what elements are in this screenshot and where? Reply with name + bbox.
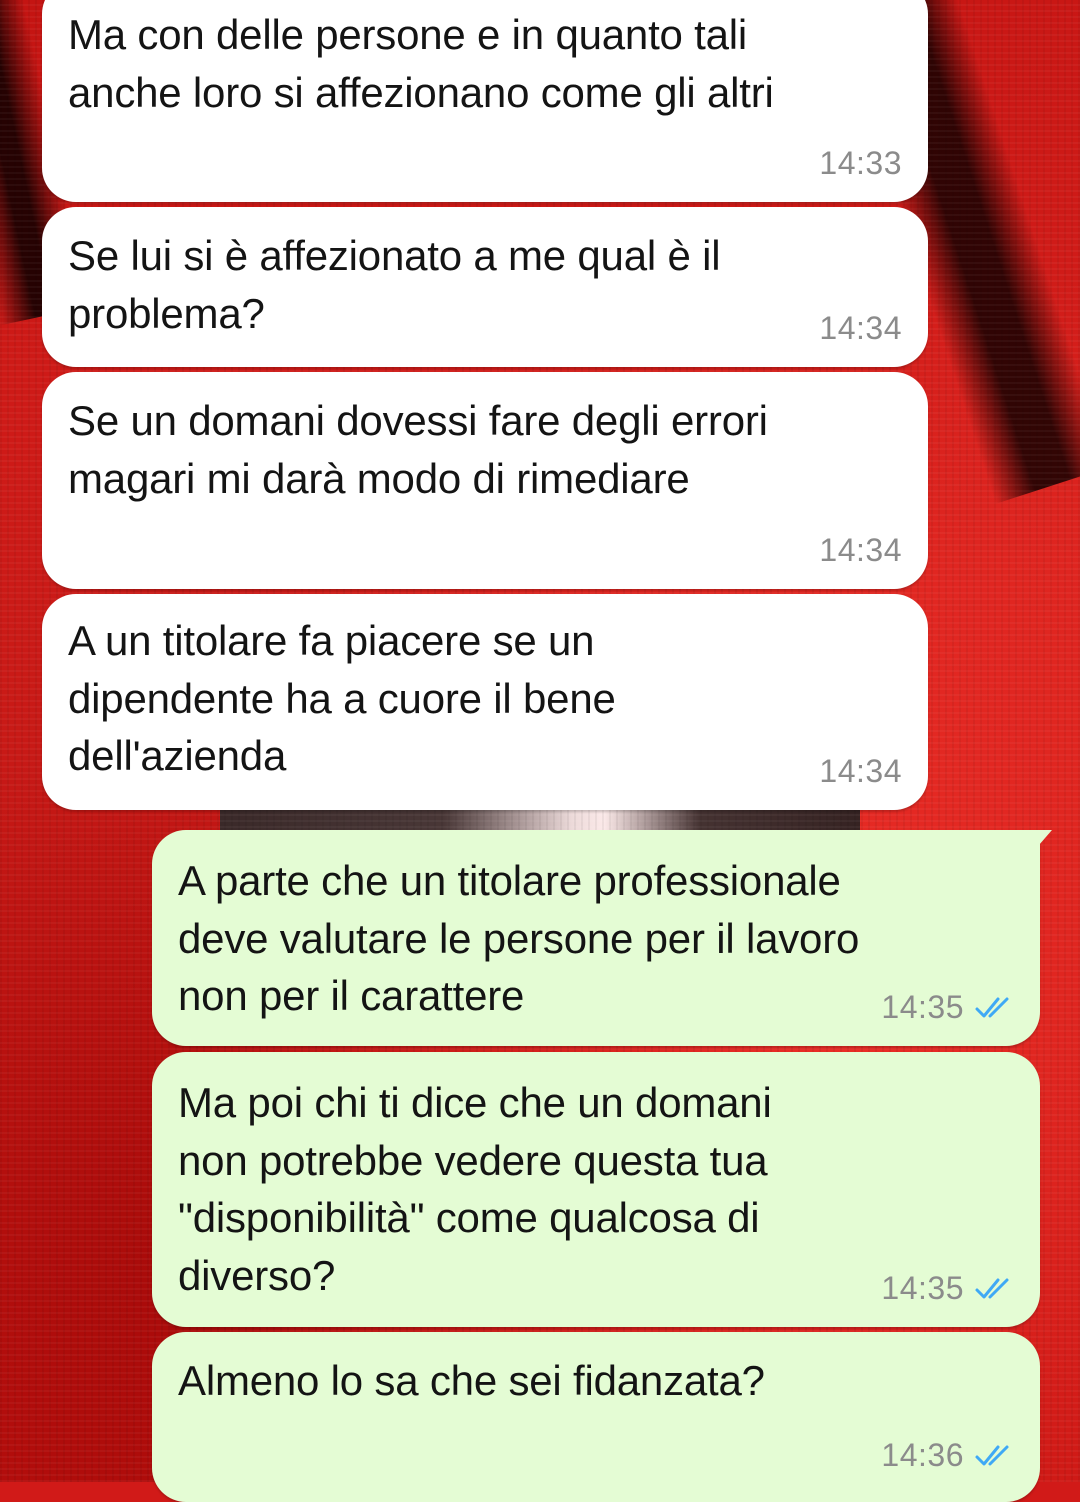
double-check-read-icon bbox=[975, 1278, 1009, 1298]
message-bubble-incoming[interactable]: Se lui si è affezionato a me qual è il p… bbox=[42, 207, 928, 367]
message-meta: 14:35 bbox=[881, 989, 1014, 1026]
message-text: A parte che un titolare professionale de… bbox=[178, 857, 860, 1019]
message-meta: 14:36 bbox=[881, 1437, 1014, 1474]
message-meta: 14:34 bbox=[819, 310, 902, 347]
message-meta: 14:33 bbox=[819, 145, 902, 182]
double-check-read-icon bbox=[975, 997, 1009, 1017]
message-timestamp: 14:35 bbox=[881, 989, 964, 1025]
message-bubble-outgoing[interactable]: Almeno lo sa che sei fidanzata? 14:36 bbox=[152, 1332, 1040, 1502]
message-text: A un titolare fa piacere se un dipendent… bbox=[68, 617, 616, 779]
message-timestamp: 14:35 bbox=[881, 1270, 964, 1306]
message-meta: 14:34 bbox=[819, 753, 902, 790]
message-text: Ma poi chi ti dice che un domani non pot… bbox=[178, 1079, 772, 1299]
message-timestamp: 14:34 bbox=[819, 532, 902, 568]
message-bubble-incoming[interactable]: Ma con delle persone e in quanto tali an… bbox=[42, 0, 928, 202]
message-bubble-outgoing[interactable]: Ma poi chi ti dice che un domani non pot… bbox=[152, 1052, 1040, 1327]
message-meta: 14:34 bbox=[819, 532, 902, 569]
bubble-tail bbox=[1026, 830, 1052, 860]
message-timestamp: 14:33 bbox=[819, 145, 902, 181]
message-bubble-incoming[interactable]: Se un domani dovessi fare degli errori m… bbox=[42, 372, 928, 589]
message-meta: 14:35 bbox=[881, 1270, 1014, 1307]
double-check-read-icon bbox=[975, 1445, 1009, 1465]
message-text: Ma con delle persone e in quanto tali an… bbox=[68, 11, 774, 116]
message-text: Almeno lo sa che sei fidanzata? bbox=[178, 1357, 765, 1404]
message-timestamp: 14:34 bbox=[819, 753, 902, 789]
message-bubble-outgoing[interactable]: A parte che un titolare professionale de… bbox=[152, 830, 1052, 1046]
message-timestamp: 14:36 bbox=[881, 1437, 964, 1473]
message-text: Se lui si è affezionato a me qual è il p… bbox=[68, 232, 721, 337]
message-timestamp: 14:34 bbox=[819, 310, 902, 346]
message-bubble-incoming[interactable]: A un titolare fa piacere se un dipendent… bbox=[42, 594, 928, 810]
message-text: Se un domani dovessi fare degli errori m… bbox=[68, 397, 768, 502]
